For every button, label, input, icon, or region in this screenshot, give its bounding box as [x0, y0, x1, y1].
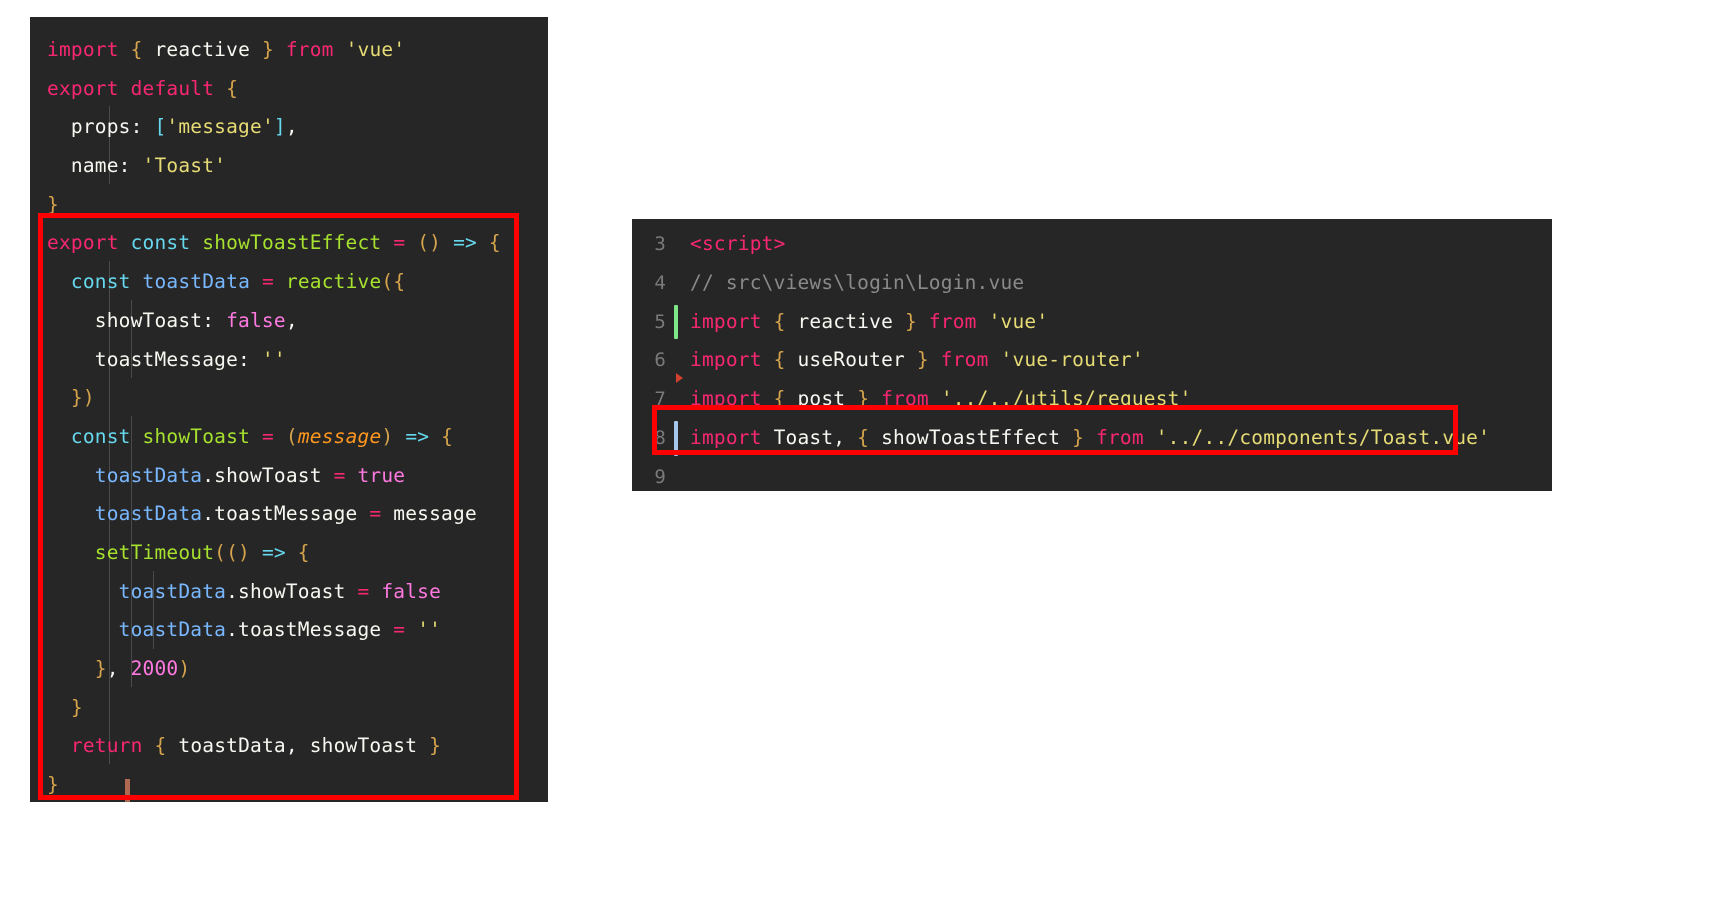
- line-number: 6: [654, 349, 666, 372]
- code-line: return { toastData, showToast }: [70, 734, 442, 758]
- code-line: const showToast = (message) => {: [70, 424, 454, 448]
- code-line: setTimeout(() => {: [94, 540, 310, 564]
- code-line: props: ['message'],: [47, 115, 298, 139]
- code-line: 6 import { useRouter } from 'vue-router': [632, 341, 1552, 384]
- left-code-content: import { reactive } from 'vue' export de…: [30, 17, 548, 802]
- code-line: }: [70, 695, 83, 719]
- line-number: 8: [654, 426, 666, 449]
- code-line: const toastData = reactive({: [70, 270, 406, 294]
- code-line: toastData.toastMessage = '': [118, 618, 442, 642]
- code-line: 9: [632, 458, 1552, 491]
- code-line: }): [70, 386, 95, 410]
- code-line: toastMessage: '': [47, 347, 286, 371]
- code-line: 7 import { post } from '../../utils/requ…: [632, 380, 1552, 419]
- code-line: export const showToastEffect = () => {: [47, 231, 501, 255]
- code-line: import { reactive } from 'vue': [47, 38, 406, 61]
- gutter-change-marker-modified: [674, 420, 678, 456]
- right-code-panel[interactable]: 3 <script> 4 // src\views\login\Login.vu…: [632, 219, 1552, 491]
- code-line: }: [47, 773, 59, 797]
- code-line: 3 <script>: [632, 225, 1552, 264]
- line-number: 7: [654, 388, 666, 411]
- gutter-change-marker-added: [674, 304, 678, 340]
- line-number: 9: [654, 465, 666, 488]
- cursor-indicator: [125, 779, 130, 802]
- line-number: 4: [654, 271, 666, 294]
- code-line: 8 import Toast, { showToastEffect } from…: [632, 419, 1552, 458]
- code-line: export default {: [47, 76, 239, 100]
- code-line: }, 2000): [94, 657, 191, 680]
- left-code-panel[interactable]: import { reactive } from 'vue' export de…: [30, 17, 548, 802]
- code-line: name: 'Toast': [47, 154, 227, 178]
- code-line: toastData.toastMessage = message: [94, 502, 477, 526]
- line-number: 3: [654, 233, 666, 255]
- code-line: }: [47, 192, 59, 216]
- code-line: toastData.showToast = true: [94, 463, 406, 487]
- code-line: 5 import { reactive } from 'vue': [632, 303, 1552, 342]
- right-code-content: 3 <script> 4 // src\views\login\Login.vu…: [632, 219, 1552, 491]
- code-line: toastData.showToast = false: [118, 579, 442, 603]
- code-line: showToast: false,: [47, 308, 298, 332]
- line-number: 5: [654, 310, 666, 333]
- code-line: 4 // src\views\login\Login.vue: [632, 264, 1552, 303]
